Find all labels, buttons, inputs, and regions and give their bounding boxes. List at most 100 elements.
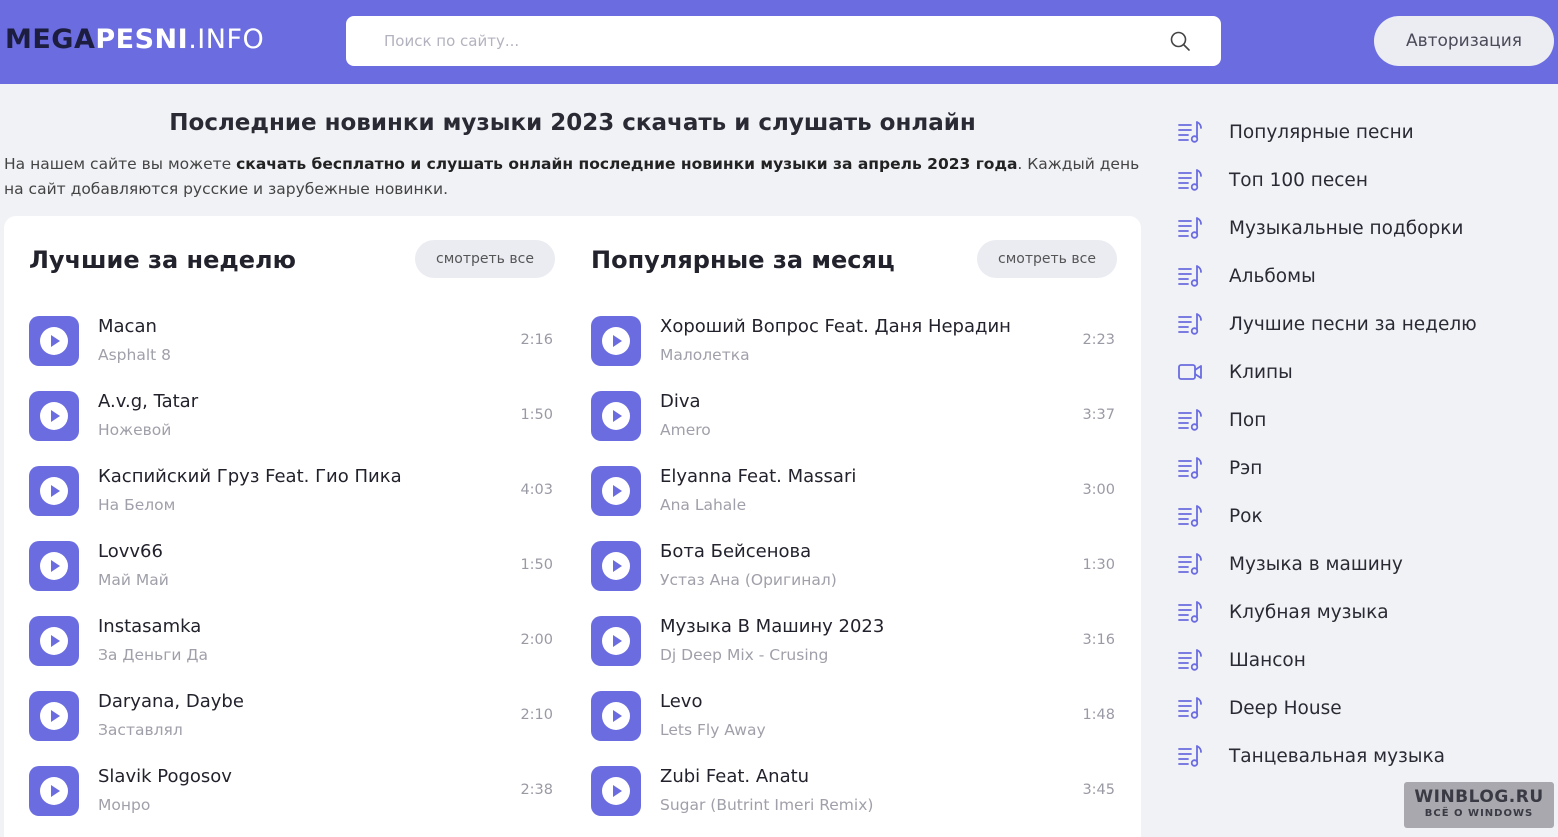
track-title[interactable]: Ana Lahale bbox=[660, 496, 746, 514]
track-artist[interactable]: Instasamka bbox=[98, 616, 201, 637]
track-row[interactable]: Daryana, Daybe Заставлял 2:10 bbox=[29, 691, 555, 766]
sidebar-item-label[interactable]: Рэп bbox=[1229, 458, 1262, 479]
watermark-logo: WINBLOG.RU ВСЁ О WINDOWS bbox=[1404, 782, 1554, 828]
track-row[interactable]: Slavik Pogosov Монро 2:38 bbox=[29, 766, 555, 837]
track-artist[interactable]: Elyanna Feat. Massari bbox=[660, 466, 856, 487]
search-icon[interactable] bbox=[1169, 30, 1191, 52]
weekly-view-all-button[interactable]: смотреть все bbox=[415, 240, 555, 278]
track-title[interactable]: Устаз Ана (Оригинал) bbox=[660, 571, 837, 589]
sidebar-item-4[interactable]: Альбомы bbox=[1165, 254, 1558, 300]
intro-text-start: На нашем сайте вы можете bbox=[4, 155, 237, 173]
sidebar-item-label[interactable]: Музыка в машину bbox=[1229, 554, 1403, 575]
track-artist[interactable]: Бота Бейсенова bbox=[660, 541, 811, 562]
sidebar-item-14[interactable]: Танцевальная музыка bbox=[1165, 734, 1558, 780]
page-title: Последние новинки музыки 2023 скачать и … bbox=[169, 110, 976, 136]
track-artist[interactable]: A.v.g, Tatar bbox=[98, 391, 198, 412]
search-input[interactable] bbox=[346, 16, 1146, 66]
track-title[interactable]: Asphalt 8 bbox=[98, 346, 171, 364]
sidebar-item-1[interactable]: Популярные песни bbox=[1165, 110, 1558, 156]
sidebar-item-label[interactable]: Рок bbox=[1229, 506, 1263, 527]
track-title[interactable]: Заставлял bbox=[98, 721, 183, 739]
play-button[interactable] bbox=[591, 391, 641, 441]
track-row[interactable]: Lovv66 Май Май 1:50 bbox=[29, 541, 555, 616]
track-artist[interactable]: Slavik Pogosov bbox=[98, 766, 232, 787]
sidebar-item-label[interactable]: Популярные песни bbox=[1229, 122, 1414, 143]
sidebar-item-9[interactable]: Рок bbox=[1165, 494, 1558, 540]
sidebar-item-label[interactable]: Лучшие песни за неделю bbox=[1229, 314, 1477, 335]
track-artist[interactable]: Музыка В Машину 2023 bbox=[660, 616, 884, 637]
sidebar-item-label[interactable]: Музыкальные подборки bbox=[1229, 218, 1463, 239]
play-button[interactable] bbox=[29, 766, 79, 816]
play-button[interactable] bbox=[29, 391, 79, 441]
site-header: MEGAPESNI.INFO Авторизация bbox=[0, 0, 1558, 84]
track-title[interactable]: Малолетка bbox=[660, 346, 750, 364]
play-button[interactable] bbox=[591, 691, 641, 741]
track-title[interactable]: Ножевой bbox=[98, 421, 171, 439]
track-title[interactable]: На Белом bbox=[98, 496, 175, 514]
track-row[interactable]: Бота Бейсенова Устаз Ана (Оригинал) 1:30 bbox=[591, 541, 1117, 616]
track-artist[interactable]: Daryana, Daybe bbox=[98, 691, 244, 712]
track-row[interactable]: A.v.g, Tatar Ножевой 1:50 bbox=[29, 391, 555, 466]
play-button[interactable] bbox=[29, 541, 79, 591]
monthly-view-all-button[interactable]: смотреть все bbox=[977, 240, 1117, 278]
sidebar-item-label[interactable]: Поп bbox=[1229, 410, 1266, 431]
sidebar-item-label[interactable]: Шансон bbox=[1229, 650, 1306, 671]
sidebar-item-label[interactable]: Deep House bbox=[1229, 698, 1342, 719]
track-duration: 3:45 bbox=[1082, 782, 1115, 798]
play-button[interactable] bbox=[29, 616, 79, 666]
play-button[interactable] bbox=[591, 541, 641, 591]
sidebar-item-label[interactable]: Альбомы bbox=[1229, 266, 1316, 287]
track-artist[interactable]: Levo bbox=[660, 691, 702, 712]
sidebar-item-2[interactable]: Топ 100 песен bbox=[1165, 158, 1558, 204]
track-row[interactable]: Levo Lets Fly Away 1:48 bbox=[591, 691, 1117, 766]
sidebar-item-label[interactable]: Танцевальная музыка bbox=[1229, 746, 1445, 767]
track-title[interactable]: Dj Deep Mix - Crusing bbox=[660, 646, 828, 664]
play-button[interactable] bbox=[29, 316, 79, 366]
music-list-icon bbox=[1178, 553, 1202, 575]
play-button[interactable] bbox=[591, 616, 641, 666]
track-artist[interactable]: Diva bbox=[660, 391, 701, 412]
play-button[interactable] bbox=[591, 316, 641, 366]
sidebar-item-label[interactable]: Топ 100 песен bbox=[1229, 170, 1368, 191]
track-artist[interactable]: Macan bbox=[98, 316, 157, 337]
sidebar-item-8[interactable]: Рэп bbox=[1165, 446, 1558, 492]
sidebar-item-12[interactable]: Шансон bbox=[1165, 638, 1558, 684]
track-title[interactable]: Май Май bbox=[98, 571, 169, 589]
play-icon bbox=[602, 702, 630, 730]
track-row[interactable]: Instasamka За Деньги Да 2:00 bbox=[29, 616, 555, 691]
sidebar-item-7[interactable]: Поп bbox=[1165, 398, 1558, 444]
play-button[interactable] bbox=[591, 766, 641, 816]
track-title[interactable]: Монро bbox=[98, 796, 150, 814]
music-list-icon bbox=[1178, 601, 1202, 623]
sidebar-item-6[interactable]: Клипы bbox=[1165, 350, 1558, 396]
play-button[interactable] bbox=[591, 466, 641, 516]
play-button[interactable] bbox=[29, 466, 79, 516]
watermark-subtitle: ВСЁ О WINDOWS bbox=[1424, 808, 1534, 819]
track-row[interactable]: Хороший Вопрос Feat. Даня Нерадин Малолет… bbox=[591, 316, 1117, 391]
sidebar-item-13[interactable]: Deep House bbox=[1165, 686, 1558, 732]
track-row[interactable]: Diva Amero 3:37 bbox=[591, 391, 1117, 466]
track-artist[interactable]: Каспийский Груз Feat. Гио Пика bbox=[98, 466, 402, 487]
play-button[interactable] bbox=[29, 691, 79, 741]
track-title[interactable]: Amero bbox=[660, 421, 711, 439]
sidebar-item-11[interactable]: Клубная музыка bbox=[1165, 590, 1558, 636]
sidebar-item-5[interactable]: Лучшие песни за неделю bbox=[1165, 302, 1558, 348]
track-artist[interactable]: Хороший Вопрос Feat. Даня Нерадин bbox=[660, 316, 1011, 337]
track-row[interactable]: Zubi Feat. Anatu Sugar (Butrint Imeri Rem… bbox=[591, 766, 1117, 837]
site-logo[interactable]: MEGAPESNI.INFO bbox=[5, 24, 264, 55]
track-artist[interactable]: Zubi Feat. Anatu bbox=[660, 766, 809, 787]
auth-button[interactable]: Авторизация bbox=[1374, 16, 1554, 66]
track-row[interactable]: Музыка В Машину 2023 Dj Deep Mix - Crusin… bbox=[591, 616, 1117, 691]
track-title[interactable]: За Деньги Да bbox=[98, 646, 208, 664]
sidebar-item-label[interactable]: Клипы bbox=[1229, 362, 1293, 383]
track-title[interactable]: Lets Fly Away bbox=[660, 721, 766, 739]
track-artist[interactable]: Lovv66 bbox=[98, 541, 163, 562]
sidebar-item-3[interactable]: Музыкальные подборки bbox=[1165, 206, 1558, 252]
sidebar-item-10[interactable]: Музыка в машину bbox=[1165, 542, 1558, 588]
play-icon bbox=[40, 402, 68, 430]
track-title[interactable]: Sugar (Butrint Imeri Remix) bbox=[660, 796, 873, 814]
track-row[interactable]: Каспийский Груз Feat. Гио Пика На Белом 4:… bbox=[29, 466, 555, 541]
sidebar-item-label[interactable]: Клубная музыка bbox=[1229, 602, 1389, 623]
track-row[interactable]: Elyanna Feat. Massari Ana Lahale 3:00 bbox=[591, 466, 1117, 541]
track-row[interactable]: Macan Asphalt 8 2:16 bbox=[29, 316, 555, 391]
